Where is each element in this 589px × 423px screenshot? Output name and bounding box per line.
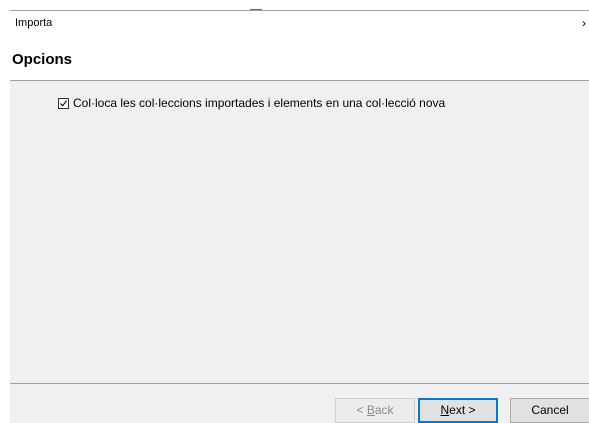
options-panel <box>10 81 589 383</box>
new-collection-option[interactable]: Col·loca les col·leccions importades i e… <box>58 96 445 110</box>
cancel-button[interactable]: Cancel <box>510 398 589 423</box>
button-bar <box>10 384 589 423</box>
checkmark-icon <box>60 99 68 107</box>
new-collection-label[interactable]: Col·loca les col·leccions importades i e… <box>73 96 445 110</box>
drag-grip <box>250 9 262 10</box>
back-button[interactable]: < Back <box>335 398 415 423</box>
next-button-rest: ext > <box>449 403 476 417</box>
window-top-border <box>10 10 589 11</box>
back-button-accel: B <box>366 403 375 417</box>
back-button-rest: ack <box>374 403 394 417</box>
window-title: Importa <box>15 17 53 29</box>
next-button[interactable]: Next > <box>418 398 498 423</box>
new-collection-checkbox[interactable] <box>58 97 69 109</box>
next-button-accel: N <box>440 403 450 417</box>
page-title: Opcions <box>12 51 73 68</box>
chevron-right-icon: › <box>582 16 586 30</box>
back-button-prefix: < <box>356 403 367 417</box>
